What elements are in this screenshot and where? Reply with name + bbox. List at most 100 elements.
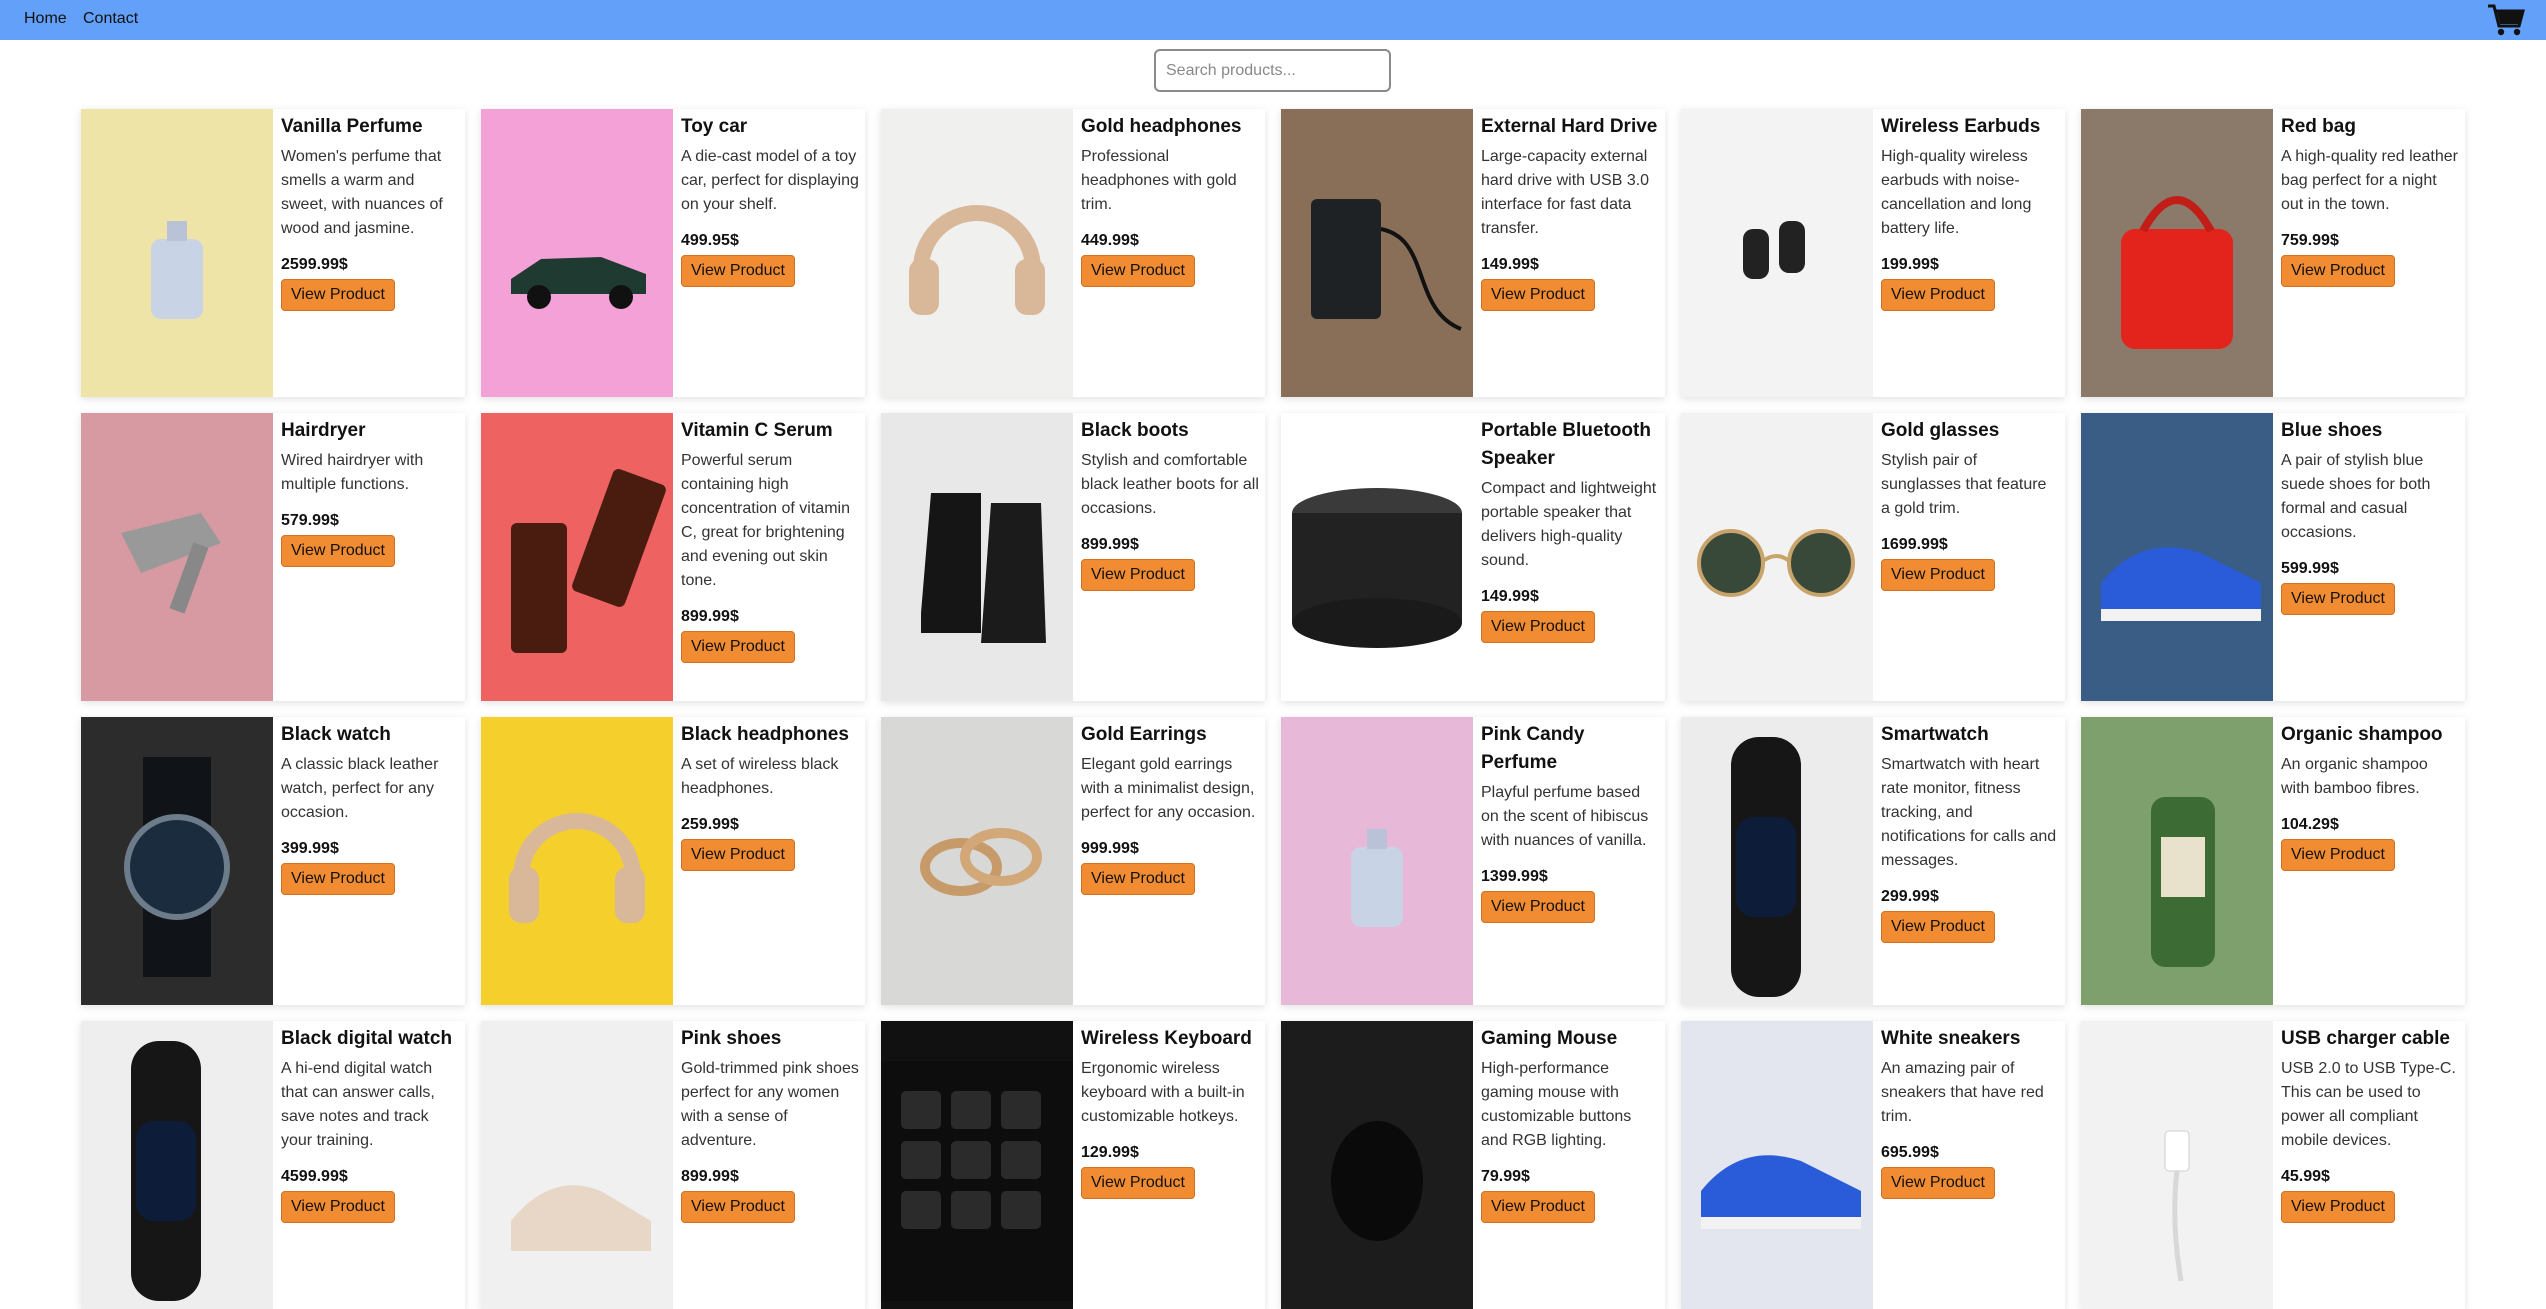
product-price: 129.99$ <box>1081 1144 1139 1161</box>
product-card-body: External Hard Drive Large-capacity extern… <box>1473 109 1665 397</box>
product-description: A hi-end digital watch that can answer c… <box>281 1060 435 1149</box>
product-description: Stylish pair of sunglasses that feature … <box>1881 452 2047 517</box>
hairdryer-icon <box>81 413 273 701</box>
product-title: Gold glasses <box>1881 420 2000 441</box>
view-product-button[interactable]: View Product <box>1081 863 1195 895</box>
earrings-icon <box>881 717 1073 1005</box>
product-description: Playful perfume based on the scent of hi… <box>1481 784 1649 849</box>
smartwatch-icon <box>81 1021 273 1309</box>
headphones-icon <box>881 109 1073 397</box>
product-price: 999.99$ <box>1081 840 1139 857</box>
product-card: Vanilla Perfume Women's perfume that smel… <box>81 109 465 397</box>
product-card: Wireless Keyboard Ergonomic wireless keyb… <box>881 1021 1265 1309</box>
product-card: Organic shampoo An organic shampoo with b… <box>2081 717 2465 1005</box>
handbag-icon <box>2081 109 2273 397</box>
view-product-button[interactable]: View Product <box>1481 611 1595 643</box>
product-title: Gold Earrings <box>1081 724 1207 745</box>
product-card-body: Gold Earrings Elegant gold earrings with … <box>1073 717 1265 1005</box>
view-product-button[interactable]: View Product <box>2281 839 2395 871</box>
sunglasses-icon <box>1681 413 1873 701</box>
keyboard-icon <box>881 1021 1073 1309</box>
speaker-icon <box>1281 413 1473 701</box>
sneaker-icon <box>2081 413 2273 701</box>
view-product-button[interactable]: View Product <box>281 1191 395 1223</box>
product-card: Gold glasses Stylish pair of sunglasses t… <box>1681 413 2065 701</box>
view-product-button[interactable]: View Product <box>281 535 395 567</box>
view-product-button[interactable]: View Product <box>681 1191 795 1223</box>
product-title: Black headphones <box>681 724 849 745</box>
product-card-body: Wireless Earbuds High-quality wireless ea… <box>1873 109 2065 397</box>
product-card-body: Vitamin C Serum Powerful serum containing… <box>673 413 865 701</box>
view-product-button[interactable]: View Product <box>681 255 795 287</box>
usb-cable-icon <box>2081 1021 2273 1309</box>
headphones-icon <box>481 717 673 1005</box>
product-grid: Vanilla Perfume Women's perfume that smel… <box>81 109 2465 1309</box>
product-price: 695.99$ <box>1881 1144 1939 1161</box>
view-product-button[interactable]: View Product <box>681 631 795 663</box>
product-card: Black digital watch A hi-end digital watc… <box>81 1021 465 1309</box>
watch-icon <box>81 717 273 1005</box>
product-price: 899.99$ <box>681 608 739 625</box>
product-title: Vanilla Perfume <box>281 116 423 137</box>
product-title: Wireless Earbuds <box>1881 116 2041 137</box>
product-price: 104.29$ <box>2281 816 2339 833</box>
product-card: Gold headphones Professional headphones w… <box>881 109 1265 397</box>
product-description: An amazing pair of sneakers that have re… <box>1881 1060 2044 1125</box>
view-product-button[interactable]: View Product <box>1881 911 1995 943</box>
product-card: Toy car A die-cast model of a toy car, pe… <box>481 109 865 397</box>
product-title: Black watch <box>281 724 391 745</box>
product-card: Black watch A classic black leather watch… <box>81 717 465 1005</box>
shopping-cart-icon[interactable] <box>2486 2 2526 38</box>
product-card-body: Black watch A classic black leather watch… <box>273 717 465 1005</box>
smartwatch-icon <box>1681 717 1873 1005</box>
product-price: 499.95$ <box>681 232 739 249</box>
view-product-button[interactable]: View Product <box>1081 559 1195 591</box>
product-price: 259.99$ <box>681 816 739 833</box>
view-product-button[interactable]: View Product <box>281 863 395 895</box>
nav-home-link[interactable]: Home <box>24 10 67 28</box>
product-description: Powerful serum containing high concentra… <box>681 452 850 589</box>
view-product-button[interactable]: View Product <box>2281 583 2395 615</box>
product-price: 1399.99$ <box>1481 868 1548 885</box>
product-card-body: Portable Bluetooth Speaker Compact and li… <box>1473 413 1665 701</box>
product-card: Pink shoes Gold-trimmed pink shoes perfec… <box>481 1021 865 1309</box>
view-product-button[interactable]: View Product <box>2281 255 2395 287</box>
product-title: Smartwatch <box>1881 724 1989 745</box>
view-product-button[interactable]: View Product <box>681 839 795 871</box>
search-input[interactable] <box>1154 49 1391 92</box>
product-card-body: Toy car A die-cast model of a toy car, pe… <box>673 109 865 397</box>
view-product-button[interactable]: View Product <box>1081 255 1195 287</box>
view-product-button[interactable]: View Product <box>1481 891 1595 923</box>
product-description: A set of wireless black headphones. <box>681 756 839 797</box>
product-card-body: Organic shampoo An organic shampoo with b… <box>2273 717 2465 1005</box>
product-card: Gold Earrings Elegant gold earrings with … <box>881 717 1265 1005</box>
product-card: Red bag A high-quality red leather bag pe… <box>2081 109 2465 397</box>
product-description: Women's perfume that smells a warm and s… <box>281 148 443 237</box>
perfume-bottle-icon <box>1281 717 1473 1005</box>
view-product-button[interactable]: View Product <box>1881 1167 1995 1199</box>
product-title: Hairdryer <box>281 420 366 441</box>
view-product-button[interactable]: View Product <box>1881 279 1995 311</box>
product-card-body: Pink shoes Gold-trimmed pink shoes perfec… <box>673 1021 865 1309</box>
product-description: Compact and lightweight portable speaker… <box>1481 480 1657 569</box>
view-product-button[interactable]: View Product <box>2281 1191 2395 1223</box>
perfume-bottle-icon <box>81 109 273 397</box>
product-price: 299.99$ <box>1881 888 1939 905</box>
view-product-button[interactable]: View Product <box>1081 1167 1195 1199</box>
mouse-icon <box>1281 1021 1473 1309</box>
product-description: Smartwatch with heart rate monitor, fitn… <box>1881 756 2057 869</box>
product-card: Portable Bluetooth Speaker Compact and li… <box>1281 413 1665 701</box>
view-product-button[interactable]: View Product <box>1881 559 1995 591</box>
sneaker-icon <box>1681 1021 1873 1309</box>
product-description: High-performance gaming mouse with custo… <box>1481 1060 1632 1149</box>
product-description: A classic black leather watch, perfect f… <box>281 756 439 821</box>
view-product-button[interactable]: View Product <box>1481 279 1595 311</box>
product-price: 45.99$ <box>2281 1168 2330 1185</box>
view-product-button[interactable]: View Product <box>281 279 395 311</box>
product-title: White sneakers <box>1881 1028 2021 1049</box>
product-card: Black headphones A set of wireless black … <box>481 717 865 1005</box>
nav-contact-link[interactable]: Contact <box>83 10 138 28</box>
view-product-button[interactable]: View Product <box>1481 1191 1595 1223</box>
product-price: 449.99$ <box>1081 232 1139 249</box>
product-description: A die-cast model of a toy car, perfect f… <box>681 148 859 213</box>
